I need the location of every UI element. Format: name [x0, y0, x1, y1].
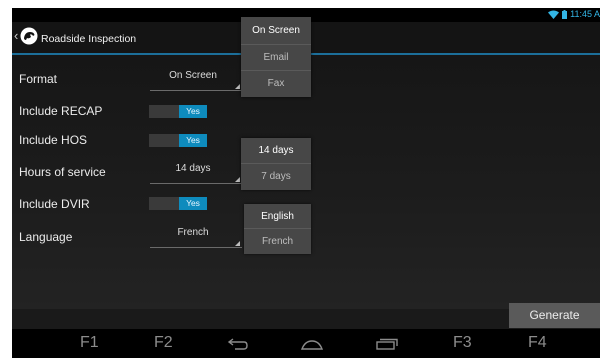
status-icons: 11:45 A [548, 9, 600, 19]
dropdown-corner-icon [235, 84, 240, 89]
language-spinner[interactable]: French [150, 224, 246, 248]
dropdown-corner-icon [235, 241, 240, 246]
generate-button[interactable]: Generate [509, 303, 600, 328]
include-recap-toggle[interactable]: Yes [149, 105, 207, 118]
app-logo-icon[interactable] [20, 27, 38, 45]
include-hos-toggle[interactable]: Yes [149, 134, 207, 147]
include-dvir-toggle[interactable]: Yes [149, 197, 207, 210]
wifi-icon [548, 10, 560, 19]
language-option[interactable]: English [244, 204, 311, 229]
dropdown-corner-icon [235, 177, 240, 182]
include-hos-label: Include HOS [19, 133, 88, 147]
hours-of-service-label: Hours of service [19, 165, 106, 179]
back-icon[interactable] [227, 337, 249, 355]
format-option[interactable]: Fax [241, 71, 311, 97]
format-label: Format [19, 72, 58, 86]
battery-icon [562, 9, 568, 19]
format-spinner[interactable]: On Screen [150, 67, 246, 91]
language-option[interactable]: French [244, 229, 311, 254]
f4-key[interactable]: F4 [528, 334, 547, 352]
home-icon[interactable] [300, 337, 324, 355]
page-title: Roadside Inspection [41, 33, 137, 45]
f1-key[interactable]: F1 [80, 334, 99, 352]
include-dvir-label: Include DVIR [19, 197, 90, 211]
format-dropdown: On Screen Email Fax [241, 17, 311, 97]
f3-key[interactable]: F3 [453, 334, 472, 352]
recent-apps-icon[interactable] [376, 337, 398, 355]
format-option[interactable]: Email [241, 45, 311, 71]
navigation-bar: F1 F2 F3 F4 [12, 329, 600, 358]
status-time: 11:45 A [570, 9, 600, 19]
hours-of-service-dropdown: 14 days 7 days [241, 138, 311, 190]
toggle-on-label: Yes [179, 197, 207, 210]
hours-of-service-value: 14 days [175, 163, 211, 174]
f2-key[interactable]: F2 [154, 334, 173, 352]
hours-of-service-spinner[interactable]: 14 days [150, 160, 246, 184]
include-recap-label: Include RECAP [19, 104, 103, 118]
back-caret-icon[interactable]: ‹ [14, 29, 18, 42]
tablet-screen: 11:45 A ‹ Roadside Inspection Format On … [12, 8, 600, 358]
hours-option[interactable]: 14 days [241, 138, 311, 164]
format-option[interactable]: On Screen [241, 17, 311, 45]
language-dropdown: English French [244, 204, 311, 254]
language-label: Language [19, 230, 73, 244]
toggle-on-label: Yes [179, 105, 207, 118]
language-value: French [177, 227, 209, 238]
hours-option[interactable]: 7 days [241, 164, 311, 190]
toggle-on-label: Yes [179, 134, 207, 147]
format-value: On Screen [169, 70, 217, 81]
